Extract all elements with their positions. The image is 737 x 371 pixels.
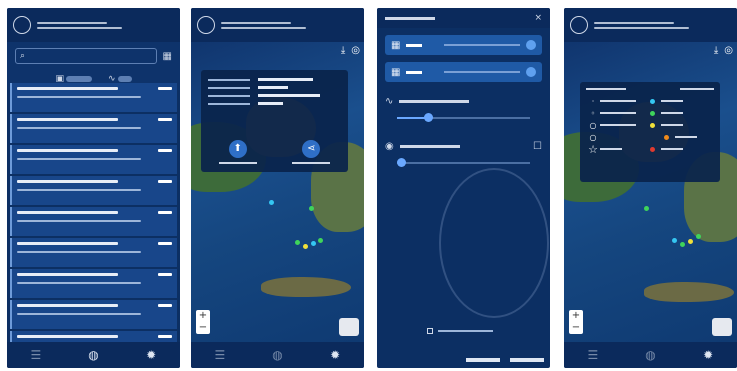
- bottom-nav: ☰ ◍ ✹: [7, 342, 180, 368]
- cancel-button[interactable]: [466, 358, 500, 362]
- distance-slider-section: ◉ ☐: [385, 141, 542, 167]
- event-dot[interactable]: [680, 242, 685, 247]
- list-item[interactable]: [10, 145, 177, 174]
- edit-icon: [526, 40, 536, 50]
- list-item[interactable]: [10, 114, 177, 143]
- distance-slider[interactable]: [397, 158, 530, 167]
- magnitude-slider-section: ∿: [385, 96, 542, 122]
- compass-icon[interactable]: ◎: [724, 45, 733, 56]
- settings-icon[interactable]: ✹: [323, 348, 347, 362]
- event-dot[interactable]: [303, 244, 308, 249]
- location-icon: ◉: [385, 141, 394, 152]
- magnitude-symbol-icon: ◦: [590, 108, 596, 118]
- dialog-title: ×: [377, 8, 550, 28]
- list-icon[interactable]: ☰: [208, 348, 232, 362]
- app-header: [7, 8, 180, 42]
- list-item[interactable]: [10, 269, 177, 298]
- bottom-nav: ☰ ◍ ✹: [564, 342, 737, 368]
- earthquake-list: [7, 81, 180, 342]
- search-icon: ⌕: [20, 51, 26, 61]
- list-icon[interactable]: ☰: [581, 348, 605, 362]
- edit-icon: [526, 67, 536, 77]
- search-input[interactable]: ⌕: [15, 48, 157, 64]
- event-dot[interactable]: [672, 238, 677, 243]
- event-dot[interactable]: [309, 206, 314, 211]
- settings-icon[interactable]: ✹: [696, 348, 720, 362]
- institute-seal: [439, 168, 549, 318]
- app-header: [564, 8, 737, 42]
- calendar-filter-icon[interactable]: ▦: [163, 51, 172, 62]
- magnitude-symbol-icon: ○: [589, 132, 597, 142]
- magnitude-symbol-icon: ·: [591, 96, 595, 106]
- list-icon[interactable]: ☰: [24, 348, 48, 362]
- waveform-icon: ∿: [385, 96, 394, 107]
- list-item[interactable]: [10, 300, 177, 329]
- event-dot[interactable]: [295, 240, 300, 245]
- event-info-card: ⬆ ⋖: [201, 70, 348, 172]
- globe-icon[interactable]: ◍: [638, 348, 662, 362]
- settings-icon[interactable]: ✹: [139, 348, 163, 362]
- list-screen: ⌕ ▦ ▣ ∿ ☰ ◍ ✹: [7, 8, 180, 368]
- event-dot[interactable]: [696, 234, 701, 239]
- share-action[interactable]: ⋖: [292, 140, 331, 164]
- event-dot[interactable]: [644, 206, 649, 211]
- search-row: ⌕ ▦: [7, 42, 180, 70]
- list-item[interactable]: [10, 331, 177, 342]
- map-view[interactable]: ⤓ ◎ ⬆ ⋖ + −: [191, 42, 364, 342]
- globe-icon[interactable]: ◍: [81, 348, 105, 362]
- download-icon[interactable]: ⤓: [714, 45, 718, 56]
- zoom-control[interactable]: + −: [569, 310, 583, 334]
- filter-dialog-screen: × ▦ ▦ ∿ ◉ ☐: [377, 8, 550, 368]
- map-legend: · ◦ ○ ○ ☆: [580, 82, 720, 182]
- institute-logo-icon: [13, 16, 31, 34]
- layers-icon[interactable]: [339, 318, 359, 336]
- event-dot[interactable]: [688, 239, 693, 244]
- locate-action[interactable]: ⬆: [218, 140, 257, 164]
- list-item[interactable]: [10, 238, 177, 267]
- list-item[interactable]: [10, 207, 177, 236]
- institute-logo-icon: [197, 16, 215, 34]
- event-dot[interactable]: [318, 238, 323, 243]
- map-view[interactable]: ⤓ ◎ · ◦ ○ ○ ☆ + −: [564, 42, 737, 342]
- event-dot[interactable]: [269, 200, 274, 205]
- layers-icon[interactable]: [712, 318, 732, 336]
- app-header: [191, 8, 364, 42]
- institute-logo-icon: [570, 16, 588, 34]
- share-icon: ⋖: [302, 140, 321, 158]
- date-to-field[interactable]: ▦: [385, 62, 542, 82]
- zoom-control[interactable]: + −: [196, 310, 210, 334]
- legend-map-screen: ⤓ ◎ · ◦ ○ ○ ☆ + − ☰ ◍ ✹: [564, 8, 737, 368]
- date-from-field[interactable]: ▦: [385, 35, 542, 55]
- list-item[interactable]: [10, 176, 177, 205]
- locate-icon: ⬆: [228, 140, 247, 158]
- download-icon[interactable]: ⤓: [341, 45, 345, 56]
- globe-icon[interactable]: ◍: [265, 348, 289, 362]
- checkbox[interactable]: ☐: [533, 141, 542, 152]
- event-dot[interactable]: [311, 241, 316, 246]
- compass-icon[interactable]: ◎: [351, 45, 360, 56]
- magnitude-symbol-icon: ○: [589, 120, 597, 130]
- calendar-icon: ▦: [391, 39, 401, 51]
- bottom-nav: ☰ ◍ ✹: [191, 342, 364, 368]
- star-icon: ☆: [588, 142, 598, 156]
- calendar-icon: ▦: [391, 66, 401, 78]
- close-icon[interactable]: ×: [534, 13, 542, 23]
- magnitude-slider[interactable]: [397, 113, 530, 122]
- apply-button[interactable]: [510, 358, 544, 362]
- list-item[interactable]: [10, 83, 177, 112]
- event-map-screen: ⤓ ◎ ⬆ ⋖ + − ☰ ◍ ✹: [191, 8, 364, 368]
- remember-checkbox[interactable]: [427, 328, 493, 334]
